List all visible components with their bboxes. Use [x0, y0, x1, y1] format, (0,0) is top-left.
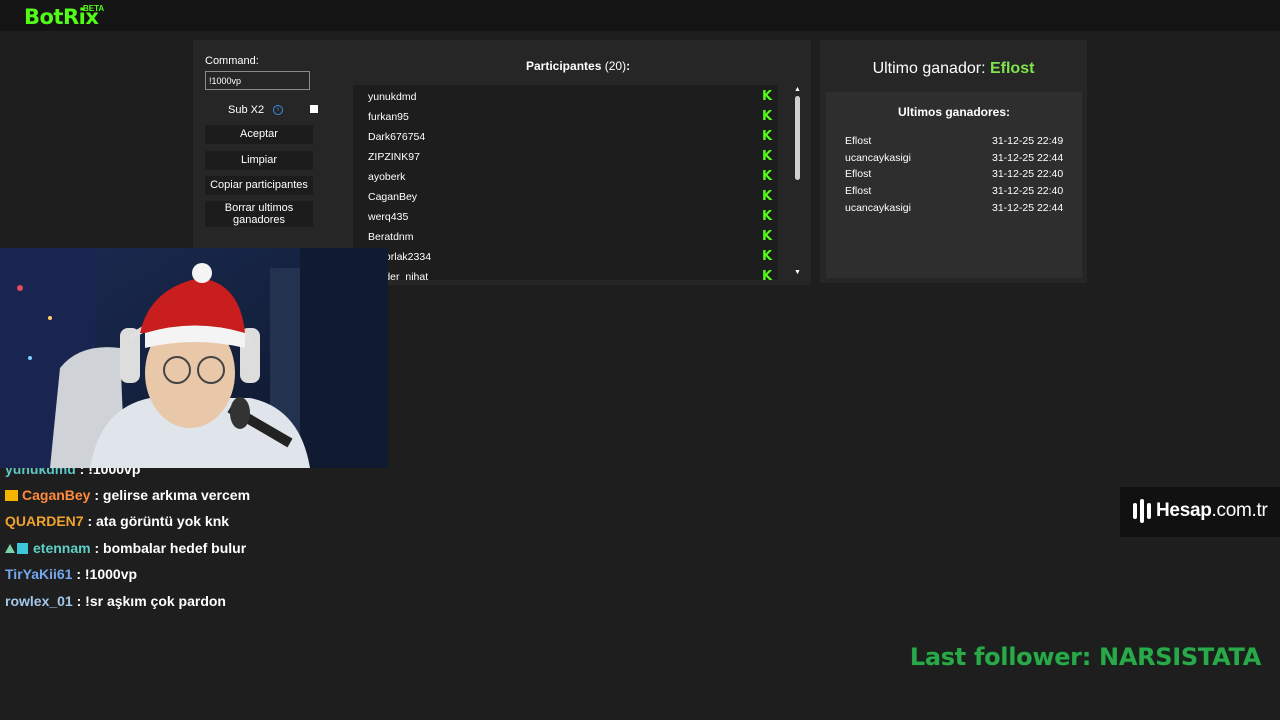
clear-last-winners-line1: Borrar ultimos — [224, 202, 294, 214]
chat-message: etennam : bombalar hedef bulur — [5, 540, 246, 556]
webcam-feed — [0, 248, 388, 468]
winner-name: ucancaykasigi — [845, 152, 911, 164]
chat-text: : !sr aşkım çok pardon — [76, 593, 226, 609]
chat-message: rowlex_01 : !sr aşkım çok pardon — [5, 593, 226, 609]
chat-username: TirYaKii61 — [5, 566, 73, 582]
participants-title: Participantes (20): — [526, 59, 630, 73]
chat-text: : !1000vp — [76, 566, 138, 582]
clear-last-winners-line2: ganadores — [233, 214, 285, 226]
command-label: Command: — [205, 55, 259, 67]
last-winners-box: Ultimos ganadores: Eflost 31-12-25 22:49… — [826, 92, 1082, 278]
sponsor-brand-rest: .com.tr — [1211, 500, 1268, 521]
kick-icon: K — [762, 249, 773, 264]
winner-date: 31-12-25 22:40 — [992, 185, 1064, 197]
sponsor-name: Hesap.com.tr — [1156, 500, 1268, 522]
participants-list[interactable]: yunukdmd K furkan95 K Dark676754 K ZIPZI… — [353, 85, 778, 280]
winner-name: Eflost — [845, 135, 872, 147]
winner-date: 31-12-25 22:44 — [992, 152, 1064, 164]
kick-icon: K — [762, 169, 773, 184]
chat-username: rowlex_01 — [5, 593, 73, 609]
kick-icon: K — [762, 109, 773, 124]
last-winners-title: Ultimos ganadores: — [897, 105, 1011, 119]
sponsor-banner: Hesap.com.tr — [1120, 487, 1280, 537]
copy-participants-button[interactable]: Copiar participantes — [205, 176, 313, 195]
info-icon[interactable]: i — [273, 105, 283, 115]
crown-badge-icon — [5, 490, 18, 501]
winners-panel: Ultimo ganador: Eflost Ultimos ganadores… — [820, 40, 1087, 283]
list-item[interactable]: yunukdmd — [368, 91, 416, 103]
accept-button[interactable]: Aceptar — [205, 125, 313, 144]
subx2-checkbox[interactable] — [310, 105, 318, 113]
list-item[interactable]: furkan95 — [368, 111, 409, 123]
subx2-label: Sub X2 — [228, 104, 265, 116]
participants-colon: : — [626, 59, 631, 73]
winner-name: Eflost — [845, 168, 872, 180]
hesap-logo-icon — [1133, 499, 1151, 523]
kick-icon: K — [762, 189, 773, 204]
scrollbar-thumb[interactable] — [795, 96, 800, 180]
last-follower-text: Last follower: NARSISTATA — [909, 643, 1261, 671]
scroll-down-arrow-icon[interactable]: ▼ — [794, 269, 801, 276]
triangle-badge-icon — [5, 544, 15, 553]
list-item[interactable]: ZIPZINK97 — [368, 151, 420, 163]
chat-message: CaganBey : gelirse arkıma vercem — [5, 487, 250, 503]
last-winner-heading: Ultimo ganador: Eflost — [820, 60, 1087, 78]
list-item[interactable]: Beratdnm — [368, 231, 414, 243]
kick-icon: K — [762, 209, 773, 224]
chat-text: : ata görüntü yok knk — [87, 513, 230, 529]
top-bar: BotRix BETA — [0, 0, 1280, 31]
clear-last-winners-button[interactable]: Borrar ultimos ganadores — [205, 201, 313, 227]
chat-text: : bombalar hedef bulur — [94, 540, 247, 556]
gift-badge-icon — [17, 543, 28, 554]
participants-title-label: Participantes — [526, 59, 602, 73]
sponsor-brand-bold: Hesap — [1156, 500, 1212, 521]
chat-message: QUARDEN7 : ata görüntü yok knk — [5, 513, 229, 529]
chat-username: CaganBey — [22, 487, 91, 503]
chat-username: etennam — [33, 540, 91, 556]
list-item[interactable]: Dark676754 — [368, 131, 425, 143]
clear-button[interactable]: Limpiar — [205, 151, 313, 170]
winner-date: 31-12-25 22:40 — [992, 168, 1064, 180]
winner-name: Eflost — [845, 185, 872, 197]
last-winner-name: Eflost — [989, 60, 1035, 77]
list-item[interactable]: ayoberk — [368, 171, 405, 183]
kick-icon: K — [762, 149, 773, 164]
scroll-up-arrow-icon[interactable]: ▲ — [794, 86, 801, 93]
winner-date: 31-12-25 22:44 — [992, 202, 1064, 214]
list-item[interactable]: werq435 — [368, 211, 408, 223]
kick-icon: K — [762, 229, 773, 244]
chat-username: QUARDEN7 — [5, 513, 84, 529]
kick-icon: K — [762, 269, 773, 280]
list-item[interactable]: CaganBey — [368, 191, 417, 203]
kick-icon: K — [762, 129, 773, 144]
winner-name: ucancaykasigi — [845, 202, 911, 214]
beta-badge: BETA — [83, 4, 105, 13]
last-winner-label: Ultimo ganador: — [872, 60, 986, 77]
winner-date: 31-12-25 22:49 — [992, 135, 1064, 147]
command-input[interactable] — [205, 71, 310, 90]
webcam-illustration — [0, 248, 388, 468]
chat-text: : gelirse arkıma vercem — [94, 487, 251, 503]
chat-message: TirYaKii61 : !1000vp — [5, 566, 137, 582]
participants-count: (20) — [604, 59, 627, 73]
kick-icon: K — [762, 89, 773, 104]
